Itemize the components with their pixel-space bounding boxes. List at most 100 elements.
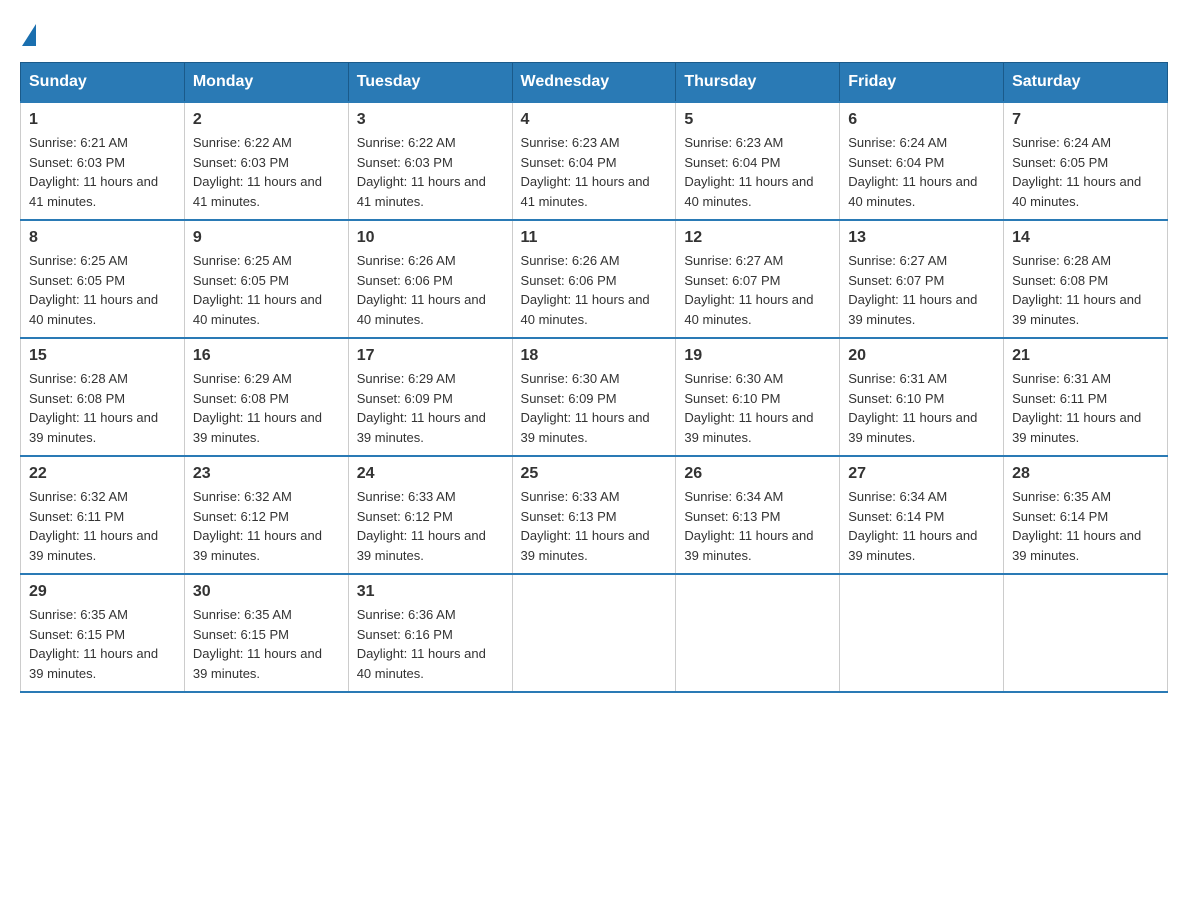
calendar-cell: 21 Sunrise: 6:31 AM Sunset: 6:11 PM Dayl… [1004, 338, 1168, 456]
day-number: 28 [1012, 465, 1159, 483]
week-row-2: 8 Sunrise: 6:25 AM Sunset: 6:05 PM Dayli… [21, 220, 1168, 338]
logo-triangle-icon [22, 24, 36, 46]
day-info: Sunrise: 6:29 AM Sunset: 6:09 PM Dayligh… [357, 369, 504, 447]
header-tuesday: Tuesday [348, 63, 512, 103]
day-number: 12 [684, 229, 831, 247]
week-row-3: 15 Sunrise: 6:28 AM Sunset: 6:08 PM Dayl… [21, 338, 1168, 456]
calendar-cell: 10 Sunrise: 6:26 AM Sunset: 6:06 PM Dayl… [348, 220, 512, 338]
calendar-cell: 11 Sunrise: 6:26 AM Sunset: 6:06 PM Dayl… [512, 220, 676, 338]
calendar-cell [1004, 574, 1168, 692]
day-number: 29 [29, 583, 176, 601]
calendar-cell: 4 Sunrise: 6:23 AM Sunset: 6:04 PM Dayli… [512, 102, 676, 220]
day-info: Sunrise: 6:25 AM Sunset: 6:05 PM Dayligh… [193, 251, 340, 329]
header-thursday: Thursday [676, 63, 840, 103]
day-info: Sunrise: 6:26 AM Sunset: 6:06 PM Dayligh… [521, 251, 668, 329]
day-info: Sunrise: 6:35 AM Sunset: 6:14 PM Dayligh… [1012, 487, 1159, 565]
day-info: Sunrise: 6:34 AM Sunset: 6:14 PM Dayligh… [848, 487, 995, 565]
day-number: 14 [1012, 229, 1159, 247]
header-sunday: Sunday [21, 63, 185, 103]
day-number: 27 [848, 465, 995, 483]
day-info: Sunrise: 6:22 AM Sunset: 6:03 PM Dayligh… [193, 133, 340, 211]
header-monday: Monday [184, 63, 348, 103]
day-number: 16 [193, 347, 340, 365]
day-info: Sunrise: 6:21 AM Sunset: 6:03 PM Dayligh… [29, 133, 176, 211]
day-info: Sunrise: 6:28 AM Sunset: 6:08 PM Dayligh… [29, 369, 176, 447]
day-info: Sunrise: 6:35 AM Sunset: 6:15 PM Dayligh… [29, 605, 176, 683]
calendar-cell: 5 Sunrise: 6:23 AM Sunset: 6:04 PM Dayli… [676, 102, 840, 220]
header-friday: Friday [840, 63, 1004, 103]
calendar-cell: 8 Sunrise: 6:25 AM Sunset: 6:05 PM Dayli… [21, 220, 185, 338]
calendar-cell: 6 Sunrise: 6:24 AM Sunset: 6:04 PM Dayli… [840, 102, 1004, 220]
page-header [20, 20, 1168, 42]
calendar-cell: 14 Sunrise: 6:28 AM Sunset: 6:08 PM Dayl… [1004, 220, 1168, 338]
calendar-cell: 20 Sunrise: 6:31 AM Sunset: 6:10 PM Dayl… [840, 338, 1004, 456]
day-number: 22 [29, 465, 176, 483]
calendar-cell: 23 Sunrise: 6:32 AM Sunset: 6:12 PM Dayl… [184, 456, 348, 574]
week-row-5: 29 Sunrise: 6:35 AM Sunset: 6:15 PM Dayl… [21, 574, 1168, 692]
day-number: 10 [357, 229, 504, 247]
day-number: 1 [29, 111, 176, 129]
day-info: Sunrise: 6:26 AM Sunset: 6:06 PM Dayligh… [357, 251, 504, 329]
week-row-4: 22 Sunrise: 6:32 AM Sunset: 6:11 PM Dayl… [21, 456, 1168, 574]
day-number: 26 [684, 465, 831, 483]
day-number: 13 [848, 229, 995, 247]
day-info: Sunrise: 6:27 AM Sunset: 6:07 PM Dayligh… [684, 251, 831, 329]
day-number: 7 [1012, 111, 1159, 129]
day-info: Sunrise: 6:32 AM Sunset: 6:12 PM Dayligh… [193, 487, 340, 565]
day-number: 23 [193, 465, 340, 483]
day-info: Sunrise: 6:34 AM Sunset: 6:13 PM Dayligh… [684, 487, 831, 565]
calendar-cell: 3 Sunrise: 6:22 AM Sunset: 6:03 PM Dayli… [348, 102, 512, 220]
calendar-cell: 17 Sunrise: 6:29 AM Sunset: 6:09 PM Dayl… [348, 338, 512, 456]
calendar-cell: 29 Sunrise: 6:35 AM Sunset: 6:15 PM Dayl… [21, 574, 185, 692]
calendar-cell: 19 Sunrise: 6:30 AM Sunset: 6:10 PM Dayl… [676, 338, 840, 456]
calendar-cell: 15 Sunrise: 6:28 AM Sunset: 6:08 PM Dayl… [21, 338, 185, 456]
day-info: Sunrise: 6:30 AM Sunset: 6:10 PM Dayligh… [684, 369, 831, 447]
day-info: Sunrise: 6:22 AM Sunset: 6:03 PM Dayligh… [357, 133, 504, 211]
day-number: 2 [193, 111, 340, 129]
day-number: 3 [357, 111, 504, 129]
day-number: 8 [29, 229, 176, 247]
calendar-cell: 30 Sunrise: 6:35 AM Sunset: 6:15 PM Dayl… [184, 574, 348, 692]
day-info: Sunrise: 6:32 AM Sunset: 6:11 PM Dayligh… [29, 487, 176, 565]
day-info: Sunrise: 6:23 AM Sunset: 6:04 PM Dayligh… [684, 133, 831, 211]
day-number: 11 [521, 229, 668, 247]
day-info: Sunrise: 6:24 AM Sunset: 6:04 PM Dayligh… [848, 133, 995, 211]
day-number: 30 [193, 583, 340, 601]
day-info: Sunrise: 6:31 AM Sunset: 6:10 PM Dayligh… [848, 369, 995, 447]
calendar-header-row: SundayMondayTuesdayWednesdayThursdayFrid… [21, 63, 1168, 103]
day-info: Sunrise: 6:25 AM Sunset: 6:05 PM Dayligh… [29, 251, 176, 329]
day-info: Sunrise: 6:27 AM Sunset: 6:07 PM Dayligh… [848, 251, 995, 329]
day-info: Sunrise: 6:31 AM Sunset: 6:11 PM Dayligh… [1012, 369, 1159, 447]
day-number: 17 [357, 347, 504, 365]
day-info: Sunrise: 6:30 AM Sunset: 6:09 PM Dayligh… [521, 369, 668, 447]
day-info: Sunrise: 6:33 AM Sunset: 6:13 PM Dayligh… [521, 487, 668, 565]
header-saturday: Saturday [1004, 63, 1168, 103]
calendar-cell [676, 574, 840, 692]
day-number: 5 [684, 111, 831, 129]
calendar-table: SundayMondayTuesdayWednesdayThursdayFrid… [20, 62, 1168, 693]
day-number: 6 [848, 111, 995, 129]
day-info: Sunrise: 6:28 AM Sunset: 6:08 PM Dayligh… [1012, 251, 1159, 329]
calendar-cell: 16 Sunrise: 6:29 AM Sunset: 6:08 PM Dayl… [184, 338, 348, 456]
calendar-cell: 1 Sunrise: 6:21 AM Sunset: 6:03 PM Dayli… [21, 102, 185, 220]
day-number: 9 [193, 229, 340, 247]
calendar-cell: 24 Sunrise: 6:33 AM Sunset: 6:12 PM Dayl… [348, 456, 512, 574]
day-info: Sunrise: 6:33 AM Sunset: 6:12 PM Dayligh… [357, 487, 504, 565]
calendar-cell: 25 Sunrise: 6:33 AM Sunset: 6:13 PM Dayl… [512, 456, 676, 574]
day-number: 15 [29, 347, 176, 365]
calendar-cell: 7 Sunrise: 6:24 AM Sunset: 6:05 PM Dayli… [1004, 102, 1168, 220]
day-number: 19 [684, 347, 831, 365]
calendar-cell: 9 Sunrise: 6:25 AM Sunset: 6:05 PM Dayli… [184, 220, 348, 338]
calendar-cell: 22 Sunrise: 6:32 AM Sunset: 6:11 PM Dayl… [21, 456, 185, 574]
calendar-cell: 12 Sunrise: 6:27 AM Sunset: 6:07 PM Dayl… [676, 220, 840, 338]
day-number: 18 [521, 347, 668, 365]
day-number: 4 [521, 111, 668, 129]
week-row-1: 1 Sunrise: 6:21 AM Sunset: 6:03 PM Dayli… [21, 102, 1168, 220]
day-number: 24 [357, 465, 504, 483]
header-wednesday: Wednesday [512, 63, 676, 103]
calendar-cell: 18 Sunrise: 6:30 AM Sunset: 6:09 PM Dayl… [512, 338, 676, 456]
calendar-cell: 2 Sunrise: 6:22 AM Sunset: 6:03 PM Dayli… [184, 102, 348, 220]
day-number: 25 [521, 465, 668, 483]
logo [20, 20, 36, 42]
calendar-cell [512, 574, 676, 692]
